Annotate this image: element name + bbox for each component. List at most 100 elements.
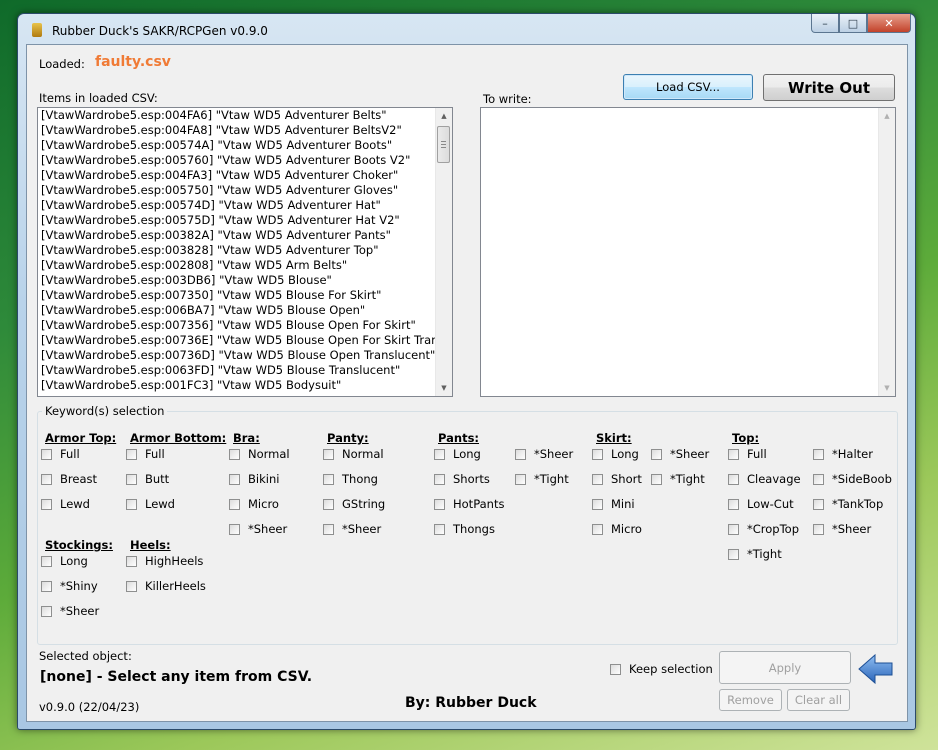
clear-all-button[interactable]: Clear all bbox=[787, 689, 850, 711]
checkbox-box[interactable] bbox=[515, 448, 526, 460]
checkbox-box[interactable] bbox=[126, 498, 137, 510]
checkbox-box[interactable] bbox=[323, 498, 334, 510]
list-item[interactable]: [VtawWardrobe5.esp:005760] "Vtaw WD5 Adv… bbox=[38, 153, 452, 168]
checkbox-box[interactable] bbox=[229, 473, 240, 485]
panty-checkbox[interactable]: Normal bbox=[323, 447, 384, 461]
keep-selection-checkbox[interactable]: Keep selection bbox=[610, 662, 713, 676]
checkbox-box[interactable] bbox=[41, 498, 52, 510]
checkbox-box[interactable] bbox=[592, 473, 603, 485]
panty-checkbox[interactable]: *Sheer bbox=[323, 522, 381, 536]
bra-checkbox[interactable]: Bikini bbox=[229, 472, 279, 486]
panty-checkbox[interactable]: GString bbox=[323, 497, 385, 511]
checkbox-box[interactable] bbox=[813, 448, 824, 460]
list-item[interactable]: [VtawWardrobe5.esp:00382A] "Vtaw WD5 Adv… bbox=[38, 228, 452, 243]
checkbox-box[interactable] bbox=[813, 523, 824, 535]
list-item[interactable]: [VtawWardrobe5.esp:00575D] "Vtaw WD5 Adv… bbox=[38, 213, 452, 228]
list-item[interactable]: [VtawWardrobe5.esp:004FA6] "Vtaw WD5 Adv… bbox=[38, 108, 452, 123]
checkbox-box[interactable] bbox=[813, 498, 824, 510]
scroll-up-icon[interactable]: ▲ bbox=[436, 108, 452, 124]
top-checkbox[interactable]: Cleavage bbox=[728, 472, 801, 486]
stockings-checkbox[interactable]: *Shiny bbox=[41, 579, 98, 593]
list-item[interactable]: [VtawWardrobe5.esp:00574D] "Vtaw WD5 Adv… bbox=[38, 198, 452, 213]
checkbox-box[interactable] bbox=[229, 498, 240, 510]
list-item[interactable]: [VtawWardrobe5.esp:00736D] "Vtaw WD5 Blo… bbox=[38, 348, 452, 363]
list-item[interactable]: [VtawWardrobe5.esp:00736E] "Vtaw WD5 Blo… bbox=[38, 333, 452, 348]
checkbox-box[interactable] bbox=[592, 523, 603, 535]
write-out-button[interactable]: Write Out bbox=[763, 74, 895, 101]
checkbox-box[interactable] bbox=[41, 605, 52, 617]
checkbox-box[interactable] bbox=[126, 580, 137, 592]
arrow-left-icon[interactable] bbox=[858, 653, 894, 685]
checkbox-box[interactable] bbox=[728, 523, 739, 535]
bra-checkbox[interactable]: Micro bbox=[229, 497, 279, 511]
panty-checkbox[interactable]: Thong bbox=[323, 472, 378, 486]
bra-checkbox[interactable]: *Sheer bbox=[229, 522, 287, 536]
load-csv-button[interactable]: Load CSV... bbox=[623, 74, 753, 100]
minimize-button[interactable]: – bbox=[811, 14, 839, 33]
top-checkbox[interactable]: *Halter bbox=[813, 447, 873, 461]
pants-checkbox[interactable]: Long bbox=[434, 447, 481, 461]
armor-bottom-checkbox[interactable]: Lewd bbox=[126, 497, 175, 511]
checkbox-box[interactable] bbox=[323, 523, 334, 535]
pants-checkbox[interactable]: Shorts bbox=[434, 472, 490, 486]
title-bar[interactable]: Rubber Duck's SAKR/RCPGen v0.9.0 – □ ✕ bbox=[18, 14, 915, 44]
checkbox-box[interactable] bbox=[515, 473, 526, 485]
top-checkbox[interactable]: *SideBoob bbox=[813, 472, 892, 486]
armor-top-checkbox[interactable]: Breast bbox=[41, 472, 97, 486]
list-item[interactable]: [VtawWardrobe5.esp:007356] "Vtaw WD5 Blo… bbox=[38, 318, 452, 333]
checkbox-box[interactable] bbox=[434, 498, 445, 510]
checkbox-box[interactable] bbox=[434, 523, 445, 535]
checkbox-box[interactable] bbox=[126, 555, 137, 567]
pants-checkbox[interactable]: *Tight bbox=[515, 472, 569, 486]
list-item[interactable]: [VtawWardrobe5.esp:00574A] "Vtaw WD5 Adv… bbox=[38, 138, 452, 153]
pants-checkbox[interactable]: *Sheer bbox=[515, 447, 573, 461]
checkbox-box[interactable] bbox=[126, 473, 137, 485]
heels-checkbox[interactable]: KillerHeels bbox=[126, 579, 206, 593]
pants-checkbox[interactable]: Thongs bbox=[434, 522, 495, 536]
csv-items-list[interactable]: [VtawWardrobe5.esp:004FA6] "Vtaw WD5 Adv… bbox=[37, 107, 453, 397]
checkbox-box[interactable] bbox=[728, 448, 739, 460]
checkbox-box[interactable] bbox=[651, 448, 662, 460]
armor-top-checkbox[interactable]: Lewd bbox=[41, 497, 90, 511]
checkbox-box[interactable] bbox=[651, 473, 662, 485]
armor-bottom-checkbox[interactable]: Butt bbox=[126, 472, 169, 486]
scroll-down-icon[interactable]: ▼ bbox=[436, 380, 452, 396]
checkbox-box[interactable] bbox=[323, 473, 334, 485]
checkbox-box[interactable] bbox=[434, 473, 445, 485]
remove-button[interactable]: Remove bbox=[719, 689, 782, 711]
checkbox-box[interactable] bbox=[41, 580, 52, 592]
list-item[interactable]: [VtawWardrobe5.esp:003DB6] "Vtaw WD5 Blo… bbox=[38, 273, 452, 288]
scroll-thumb[interactable] bbox=[437, 126, 450, 163]
top-checkbox[interactable]: *TankTop bbox=[813, 497, 883, 511]
skirt-checkbox[interactable]: *Sheer bbox=[651, 447, 709, 461]
checkbox-box[interactable] bbox=[728, 473, 739, 485]
close-button[interactable]: ✕ bbox=[867, 14, 911, 33]
checkbox-box[interactable] bbox=[126, 448, 137, 460]
checkbox-box[interactable] bbox=[728, 498, 739, 510]
to-write-list[interactable]: ▲ ▼ bbox=[480, 107, 896, 397]
checkbox-box[interactable] bbox=[813, 473, 824, 485]
list-item[interactable]: [VtawWardrobe5.esp:004FA8] "Vtaw WD5 Adv… bbox=[38, 123, 452, 138]
csv-list-scrollbar[interactable]: ▲ ▼ bbox=[435, 108, 452, 396]
skirt-checkbox[interactable]: Short bbox=[592, 472, 642, 486]
heels-checkbox[interactable]: HighHeels bbox=[126, 554, 203, 568]
checkbox-box[interactable] bbox=[592, 448, 603, 460]
list-item[interactable]: [VtawWardrobe5.esp:002808] "Vtaw WD5 Arm… bbox=[38, 258, 452, 273]
checkbox-box[interactable] bbox=[41, 448, 52, 460]
maximize-button[interactable]: □ bbox=[839, 14, 867, 33]
stockings-checkbox[interactable]: Long bbox=[41, 554, 88, 568]
to-write-scrollbar[interactable]: ▲ ▼ bbox=[878, 108, 895, 396]
list-item[interactable]: [VtawWardrobe5.esp:006BA7] "Vtaw WD5 Blo… bbox=[38, 303, 452, 318]
checkbox-box[interactable] bbox=[41, 473, 52, 485]
checkbox-box[interactable] bbox=[434, 448, 445, 460]
list-item[interactable]: [VtawWardrobe5.esp:001FC3] "Vtaw WD5 Bod… bbox=[38, 378, 452, 393]
checkbox-box[interactable] bbox=[610, 663, 621, 675]
list-item[interactable]: [VtawWardrobe5.esp:005750] "Vtaw WD5 Adv… bbox=[38, 183, 452, 198]
skirt-checkbox[interactable]: Mini bbox=[592, 497, 635, 511]
pants-checkbox[interactable]: HotPants bbox=[434, 497, 504, 511]
checkbox-box[interactable] bbox=[229, 523, 240, 535]
skirt-checkbox[interactable]: Micro bbox=[592, 522, 642, 536]
armor-bottom-checkbox[interactable]: Full bbox=[126, 447, 165, 461]
checkbox-box[interactable] bbox=[323, 448, 334, 460]
apply-button[interactable]: Apply bbox=[719, 651, 851, 684]
